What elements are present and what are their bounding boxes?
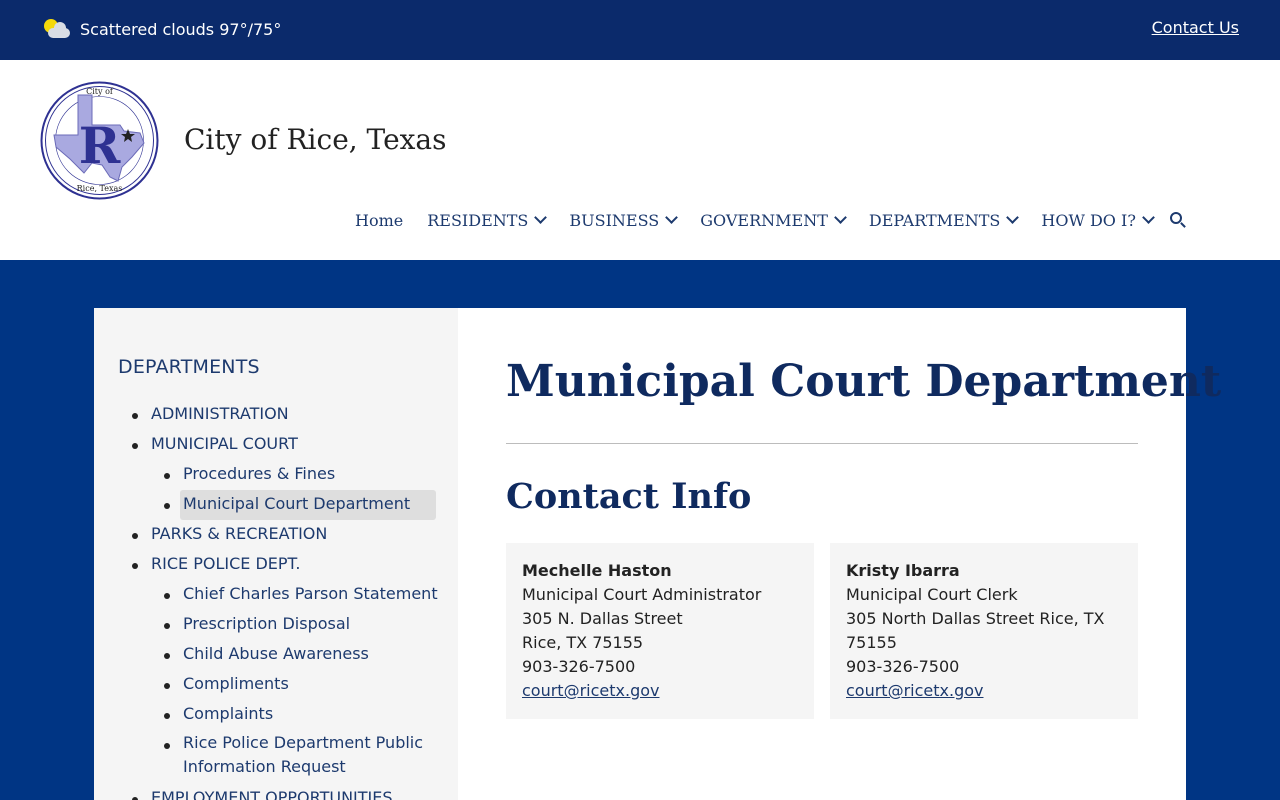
- sidebar-item-child-abuse-awareness[interactable]: Child Abuse Awareness: [94, 642, 458, 672]
- sidebar-item-administration[interactable]: ADMINISTRATION: [94, 402, 458, 432]
- chevron-down-icon: [1142, 211, 1155, 224]
- chevron-down-icon: [665, 211, 679, 224]
- contact-card: Mechelle Haston Municipal Court Administ…: [506, 543, 814, 719]
- divider: [506, 443, 1138, 444]
- sidebar-heading[interactable]: DEPARTMENTS: [118, 356, 260, 378]
- contact-card: Kristy Ibarra Municipal Court Clerk 305 …: [830, 543, 1138, 719]
- nav-departments[interactable]: DEPARTMENTS: [869, 211, 1020, 230]
- chevron-down-icon: [834, 211, 847, 224]
- contact-address-line: 305 North Dallas Street Rice, TX: [846, 609, 1105, 628]
- top-bar: Scattered clouds 97°/75° Contact Us: [0, 0, 1280, 60]
- city-seal-logo[interactable]: R City of Rice, Texas: [40, 81, 159, 200]
- nav-business[interactable]: BUSINESS: [569, 211, 679, 230]
- sidebar-item-prescription-disposal[interactable]: Prescription Disposal: [94, 612, 458, 642]
- sidebar-item-municipal-court-department[interactable]: Municipal Court Department: [94, 490, 458, 522]
- contact-email-link[interactable]: court@ricetx.gov: [846, 679, 1122, 703]
- sidebar-item-procedures-fines[interactable]: Procedures & Fines: [94, 462, 458, 492]
- contact-title: Municipal Court Clerk: [846, 585, 1018, 604]
- site-title[interactable]: City of Rice, Texas: [184, 123, 447, 156]
- sidebar-item-public-information-request[interactable]: Rice Police Department Public Informatio…: [94, 732, 458, 786]
- nav-how-do-i[interactable]: HOW DO I?: [1041, 211, 1155, 230]
- nav-home[interactable]: Home: [355, 211, 403, 230]
- main-nav: Home RESIDENTS BUSINESS GOVERNMENT DEPAR…: [355, 208, 1187, 232]
- contact-address-line: 75155: [846, 633, 897, 652]
- contact-us-link[interactable]: Contact Us: [1152, 18, 1239, 37]
- chevron-down-icon: [1006, 211, 1020, 224]
- sidebar-item-parks-recreation[interactable]: PARKS & RECREATION: [94, 522, 458, 552]
- nav-government[interactable]: GOVERNMENT: [700, 211, 847, 230]
- contact-title: Municipal Court Administrator: [522, 585, 762, 604]
- site-header: R City of Rice, Texas City of Rice, Texa…: [0, 60, 1280, 260]
- nav-residents[interactable]: RESIDENTS: [427, 211, 548, 230]
- contact-email-link[interactable]: court@ricetx.gov: [522, 679, 798, 703]
- contact-name: Mechelle Haston: [522, 561, 672, 580]
- contact-address-line: 305 N. Dallas Street: [522, 609, 683, 628]
- partly-cloudy-icon: [44, 18, 70, 40]
- sidebar-item-compliments[interactable]: Compliments: [94, 672, 458, 702]
- weather-widget: Scattered clouds 97°/75°: [44, 17, 281, 41]
- contact-phone: 903-326-7500: [522, 657, 636, 676]
- weather-text: Scattered clouds 97°/75°: [80, 19, 282, 39]
- sidebar-nav-list: ADMINISTRATION MUNICIPAL COURT Procedure…: [94, 402, 458, 800]
- section-title-contact-info: Contact Info: [506, 476, 752, 517]
- content-card: DEPARTMENTS ADMINISTRATION MUNICIPAL COU…: [94, 308, 1221, 800]
- sidebar-item-complaints[interactable]: Complaints: [94, 702, 458, 732]
- svg-text:Rice, Texas: Rice, Texas: [77, 184, 123, 193]
- contact-name: Kristy Ibarra: [846, 561, 960, 580]
- contact-phone: 903-326-7500: [846, 657, 960, 676]
- sidebar-item-chief-statement[interactable]: Chief Charles Parson Statement: [94, 582, 458, 612]
- sidebar: DEPARTMENTS ADMINISTRATION MUNICIPAL COU…: [94, 308, 458, 800]
- sidebar-item-rice-police-dept[interactable]: RICE POLICE DEPT.: [94, 552, 458, 582]
- search-icon[interactable]: [1169, 211, 1187, 229]
- page-title: Municipal Court Department: [506, 356, 1222, 407]
- chevron-down-icon: [534, 211, 548, 224]
- sidebar-item-employment-opportunities[interactable]: EMPLOYMENT OPPORTUNITIES: [94, 786, 458, 800]
- svg-text:City of: City of: [86, 87, 114, 96]
- sidebar-item-municipal-court[interactable]: MUNICIPAL COURT: [94, 432, 458, 462]
- svg-text:R: R: [79, 116, 121, 175]
- contact-address-line: Rice, TX 75155: [522, 633, 644, 652]
